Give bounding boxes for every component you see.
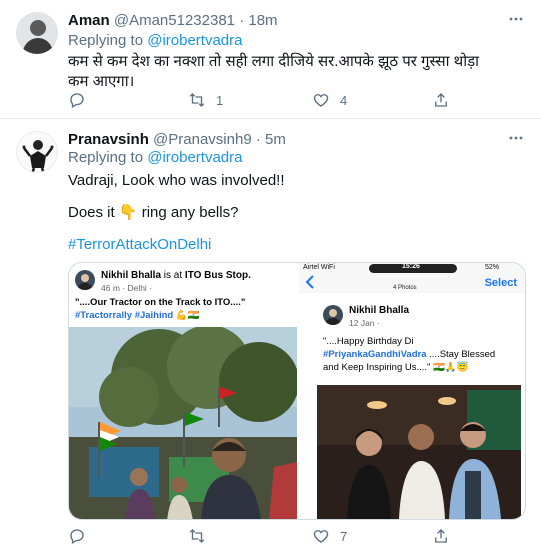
share-button[interactable]: [432, 91, 450, 109]
rally-photo: [69, 327, 297, 519]
like-count: 7: [340, 528, 348, 544]
retweet-button[interactable]: 1: [188, 91, 223, 109]
birthday-photo: [317, 385, 521, 519]
share-button[interactable]: [432, 527, 450, 545]
carrier: Airtel WiFi: [303, 264, 335, 271]
avatar[interactable]: [16, 131, 58, 173]
reply-button[interactable]: [68, 527, 86, 545]
fb-header: Nikhil Bhalla is at ITO Bus Stop.: [101, 270, 251, 281]
fb-name: Nikhil Bhalla: [101, 270, 162, 281]
more-icon[interactable]: [507, 10, 525, 33]
fb-emoji: 🇮🇳🙏😇: [433, 362, 469, 373]
fb-avatar: [323, 305, 343, 325]
hashtag-link[interactable]: #TerrorAttackOnDelhi: [68, 235, 211, 255]
replying-handle-link[interactable]: @irobertvadra: [147, 149, 242, 166]
select-button[interactable]: Select: [485, 277, 517, 289]
action-bar: 1 4: [68, 91, 488, 113]
fb-name: Nikhil Bhalla: [349, 305, 410, 316]
replying-to: Replying to @irobertvadra: [68, 149, 243, 166]
fb-post-text: "....Our Tractor on the Track to ITO....…: [75, 296, 293, 322]
replying-prefix: Replying to: [68, 32, 144, 49]
photos-count-label: 4 Photos: [393, 285, 417, 291]
display-name[interactable]: Pranavsinh: [68, 131, 149, 148]
reply-button[interactable]: [68, 91, 86, 109]
retweet-button[interactable]: [188, 527, 216, 545]
like-icon: [313, 530, 329, 543]
fb-post-quote: "....Our Tractor on the Track to ITO....…: [75, 297, 246, 308]
replying-to: Replying to @irobertvadra: [68, 32, 243, 49]
fb-subline: 46 m · Delhi ·: [101, 283, 153, 293]
line2-pre: Does it: [68, 204, 115, 221]
fb-subline: 12 Jan ·: [349, 318, 380, 328]
tweet-header: Pranavsinh @Pranavsinh9 · 5m: [68, 131, 286, 148]
back-chevron-icon[interactable]: [305, 275, 315, 289]
like-button[interactable]: 7: [312, 527, 347, 545]
fb-tag-priyanka: #PriyankaGandhiVadra: [323, 349, 427, 360]
retweet-count: 1: [216, 92, 224, 108]
photo-birthday-post[interactable]: Airtel WiFi 15:26 52% 4 Photos Select Ni…: [299, 263, 525, 519]
reply-icon: [70, 93, 84, 108]
timestamp[interactable]: 18m: [248, 12, 277, 29]
timestamp[interactable]: 5m: [265, 131, 286, 148]
share-icon: [435, 529, 447, 543]
fb-text-pre: "....Happy Birthday Di: [323, 336, 414, 347]
avatar[interactable]: [16, 12, 58, 54]
fb-emoji: 💪🇮🇳: [175, 310, 200, 321]
fb-avatar: [75, 270, 95, 290]
like-count: 4: [340, 92, 348, 108]
line2-post: ring any bells?: [141, 204, 239, 221]
handle[interactable]: @Aman51232381: [114, 12, 235, 29]
tweet-text-line2: Does it 👇 ring any bells?: [68, 203, 508, 223]
photo-tractor-rally[interactable]: Nikhil Bhalla is at ITO Bus Stop. 46 m ·…: [69, 263, 297, 519]
separator: ·: [255, 131, 261, 148]
tweet-aman[interactable]: Aman @Aman51232381 · 18m Replying to @ir…: [0, 0, 541, 119]
like-icon: [313, 94, 329, 107]
tweet-header: Aman @Aman51232381 · 18m: [68, 12, 278, 29]
tweet-text-line1: Vadraji, Look who was involved!!: [68, 172, 285, 189]
phone-clock: 15:26: [402, 263, 420, 270]
fb-tag-jaihind: #Jaihind: [134, 310, 174, 321]
display-name[interactable]: Aman: [68, 12, 110, 29]
replying-handle-link[interactable]: @irobertvadra: [147, 32, 242, 49]
separator: ·: [239, 12, 245, 29]
attached-photos[interactable]: Nikhil Bhalla is at ITO Bus Stop. 46 m ·…: [68, 262, 526, 520]
replying-prefix: Replying to: [68, 149, 144, 166]
tweet-text: कम से कम देश का नक्शा तो सही लगा दीजिये …: [68, 53, 480, 90]
share-icon: [435, 93, 447, 107]
fb-place: ITO Bus Stop.: [184, 270, 251, 281]
fb-post-card: Nikhil Bhalla 12 Jan · "....Happy Birthd…: [317, 299, 521, 519]
fb-post-text: "....Happy Birthday Di #PriyankaGandhiVa…: [323, 335, 503, 374]
more-icon[interactable]: [507, 129, 525, 152]
retweet-icon: [189, 529, 205, 543]
pointing-down-emoji: 👇: [118, 204, 138, 221]
battery-level: 52%: [485, 264, 500, 271]
like-button[interactable]: 4: [312, 91, 347, 109]
handle[interactable]: @Pranavsinh9: [153, 131, 252, 148]
fb-status-pre: is at: [163, 270, 183, 281]
reply-icon: [70, 529, 84, 544]
fb-tag-tractorrally: #Tractorrally: [75, 310, 133, 321]
action-bar: 7: [68, 527, 488, 549]
retweet-icon: [189, 93, 205, 107]
